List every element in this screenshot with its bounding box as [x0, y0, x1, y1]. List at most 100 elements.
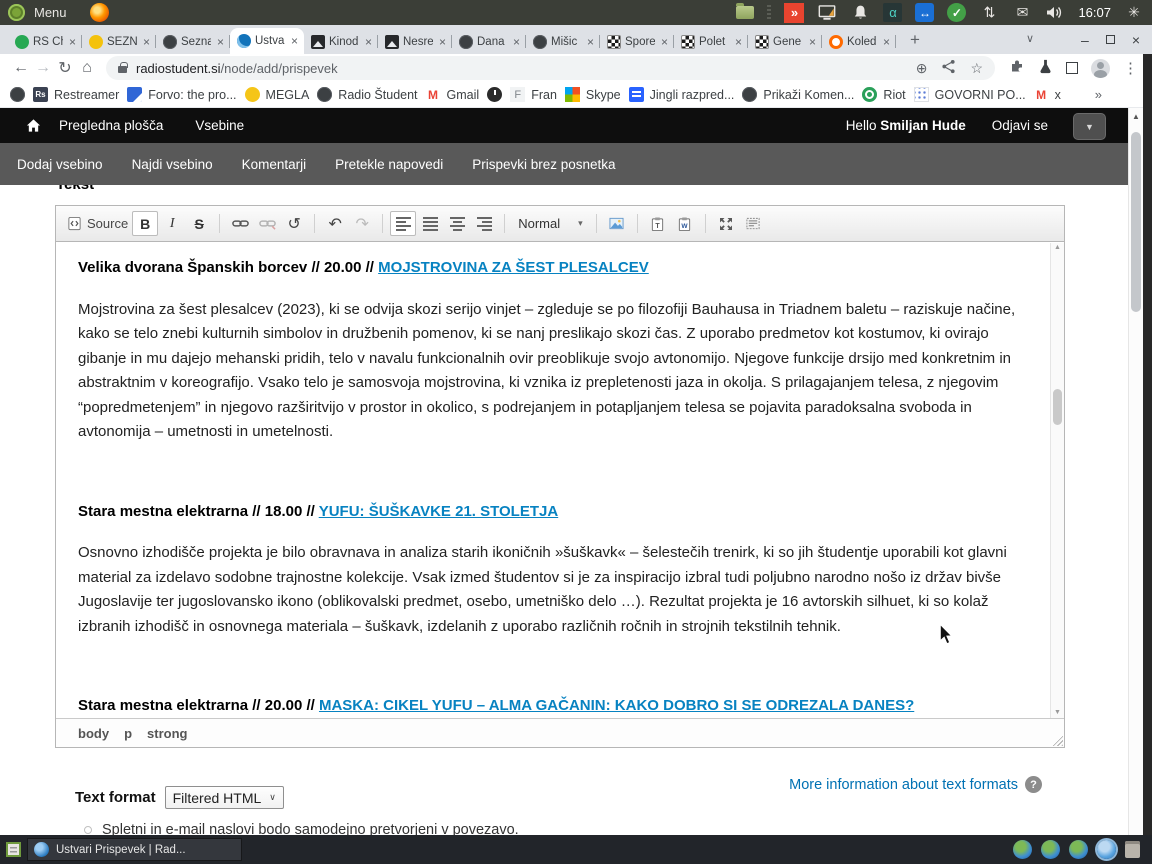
browser-tab[interactable]: Kinod × — [304, 29, 378, 54]
bookmark-item[interactable]: Skype — [564, 87, 621, 102]
show-blocks-button[interactable] — [740, 211, 766, 236]
zoom-icon[interactable]: ⊕ — [916, 60, 928, 77]
extension-flask-icon[interactable] — [1038, 58, 1053, 79]
status-check-icon[interactable]: ✓ — [947, 3, 967, 22]
app-menu-label[interactable]: Menu — [34, 5, 67, 20]
image-button[interactable] — [604, 211, 630, 236]
browser-tab[interactable]: Sezna × — [156, 29, 230, 54]
shortcut-posts-without-recording[interactable]: Prispevki brez posnetka — [472, 157, 615, 172]
tab-close-icon[interactable]: × — [437, 35, 448, 49]
volume-icon[interactable] — [1045, 3, 1065, 23]
shortcut-comments[interactable]: Komentarji — [242, 157, 307, 172]
bookmark-item[interactable]: Mx — [1034, 87, 1061, 102]
reload-icon[interactable]: ↻ — [54, 58, 76, 78]
app-menu-icon[interactable] — [8, 4, 25, 21]
file-manager-icon[interactable] — [736, 3, 755, 19]
bookmark-item[interactable]: Riot — [862, 87, 906, 102]
path-body[interactable]: body — [78, 726, 109, 741]
redo-button[interactable]: ↷ — [349, 211, 375, 236]
bookmark-item[interactable]: Radio Študent — [317, 87, 418, 102]
source-button[interactable]: Source — [64, 211, 131, 236]
extension-square-icon[interactable] — [1066, 62, 1078, 74]
help-icon[interactable]: ? — [1025, 776, 1042, 793]
bookmark-item[interactable]: M Gmail — [426, 87, 479, 102]
browser-tab[interactable]: Koled × — [822, 29, 896, 54]
bookmarks-overflow-icon[interactable]: » — [1095, 87, 1102, 102]
display-settings-icon[interactable] — [817, 3, 837, 23]
taskbar-task-button[interactable]: Ustvari Prispevek | Rad... — [27, 838, 242, 861]
extension-puzzle-icon[interactable] — [1009, 58, 1025, 79]
tab-close-icon[interactable]: × — [67, 35, 78, 49]
address-bar[interactable]: radiostudent.si/node/add/prispevek ⊕ ☆ — [106, 56, 995, 80]
browser-tab[interactable]: SEZN × — [82, 29, 156, 54]
admin-bar-toggle[interactable]: ▼ — [1073, 113, 1106, 140]
strikethrough-button[interactable]: S — [186, 211, 212, 236]
undo-button[interactable]: ↶ — [322, 211, 348, 236]
globe-tray-icon[interactable] — [1013, 840, 1032, 859]
window-list-icon[interactable] — [6, 842, 21, 857]
more-info-link[interactable]: More information about text formats — [789, 777, 1018, 793]
profile-avatar[interactable] — [1091, 58, 1110, 78]
shortcut-find-content[interactable]: Najdi vsebino — [132, 157, 213, 172]
bookmark-item[interactable]: Prikaži Komen... — [742, 87, 854, 102]
browser-tab[interactable]: Polet × — [674, 29, 748, 54]
scroll-up-icon[interactable]: ▲ — [1051, 243, 1064, 253]
browser-scrollbar-thumb[interactable] — [1131, 132, 1141, 312]
tab-close-icon[interactable]: × — [881, 35, 892, 49]
event-link[interactable]: YUFU: ŠUŠKAVKE 21. STOLETJA — [319, 503, 559, 520]
tab-close-icon[interactable]: × — [215, 35, 226, 49]
shortcut-past-announcements[interactable]: Pretekle napovedi — [335, 157, 443, 172]
admin-home-icon[interactable] — [26, 118, 41, 133]
lock-icon[interactable] — [118, 62, 128, 73]
tab-search-chevron-icon[interactable]: ∨ — [1026, 32, 1034, 45]
globe-tray-icon[interactable] — [1069, 840, 1088, 859]
browser-tab[interactable]: RŠ Ch × — [8, 29, 82, 54]
browser-tab[interactable]: Spore × — [600, 29, 674, 54]
home-icon[interactable]: ⌂ — [76, 59, 98, 77]
browser-tab[interactable]: Gene × — [748, 29, 822, 54]
network-updown-icon[interactable]: ⇅ — [979, 3, 999, 23]
notification-bell-icon[interactable] — [850, 3, 870, 23]
editor-scrollbar-thumb[interactable] — [1053, 389, 1062, 425]
bookmark-power-icon[interactable] — [487, 87, 503, 102]
align-justify-button[interactable] — [417, 211, 443, 236]
tray-misc-icon[interactable] — [1125, 841, 1140, 858]
scroll-up-icon[interactable]: ▲ — [1129, 108, 1143, 121]
back-icon[interactable]: ← — [10, 59, 32, 77]
bookmark-item[interactable]: Rs Restreamer — [33, 87, 119, 102]
window-minimize-button[interactable]: – — [1081, 32, 1089, 48]
window-restore-button[interactable] — [1105, 35, 1115, 44]
admin-menu-dashboard[interactable]: Pregledna plošča — [59, 118, 163, 133]
clock[interactable]: 16:07 — [1078, 5, 1111, 20]
browser-menu-icon[interactable]: ⋮ — [1123, 59, 1138, 77]
maximize-button[interactable] — [713, 211, 739, 236]
bookmark-item[interactable]: F Fran — [510, 87, 557, 102]
session-gear-icon[interactable]: ✳ — [1124, 3, 1144, 23]
editor-scrollbar[interactable]: ▲ ▼ — [1050, 243, 1064, 718]
alpha-app-icon[interactable]: α — [883, 3, 903, 22]
admin-menu-content[interactable]: Vsebine — [195, 118, 244, 133]
event-link[interactable]: MOJSTROVINA ZA ŠEST PLESALCEV — [378, 259, 649, 276]
bookmark-item[interactable]: Jingli razpred... — [628, 87, 734, 102]
forward-icon[interactable]: → — [32, 59, 54, 77]
revert-button[interactable]: ↺ — [281, 211, 307, 236]
browser-tab[interactable]: Mišic × — [526, 29, 600, 54]
paragraph-format-dropdown[interactable]: Normal ▾ — [512, 211, 588, 236]
shortcut-add-content[interactable]: Dodaj vsebino — [17, 157, 103, 172]
tab-close-icon[interactable]: × — [141, 35, 152, 49]
browser-scrollbar[interactable]: ▲ — [1128, 108, 1143, 835]
globe-tray-icon[interactable] — [1041, 840, 1060, 859]
link-button[interactable] — [227, 211, 253, 236]
paste-text-button[interactable]: T — [645, 211, 671, 236]
align-left-button[interactable] — [390, 211, 417, 236]
new-tab-button[interactable]: + — [906, 30, 924, 50]
event-link[interactable]: MASKA: CIKEL YUFU – ALMA GAČANIN: KAKO D… — [319, 697, 914, 714]
align-right-button[interactable] — [471, 211, 497, 236]
bookmark-item[interactable]: GOVORNI PO... — [913, 87, 1026, 102]
path-p[interactable]: p — [124, 726, 132, 741]
paste-word-button[interactable]: W — [672, 211, 698, 236]
path-strong[interactable]: strong — [147, 726, 187, 741]
scroll-down-icon[interactable]: ▼ — [1051, 708, 1064, 718]
tab-close-icon[interactable]: × — [659, 35, 670, 49]
globe-tray-icon-active[interactable] — [1097, 840, 1116, 859]
